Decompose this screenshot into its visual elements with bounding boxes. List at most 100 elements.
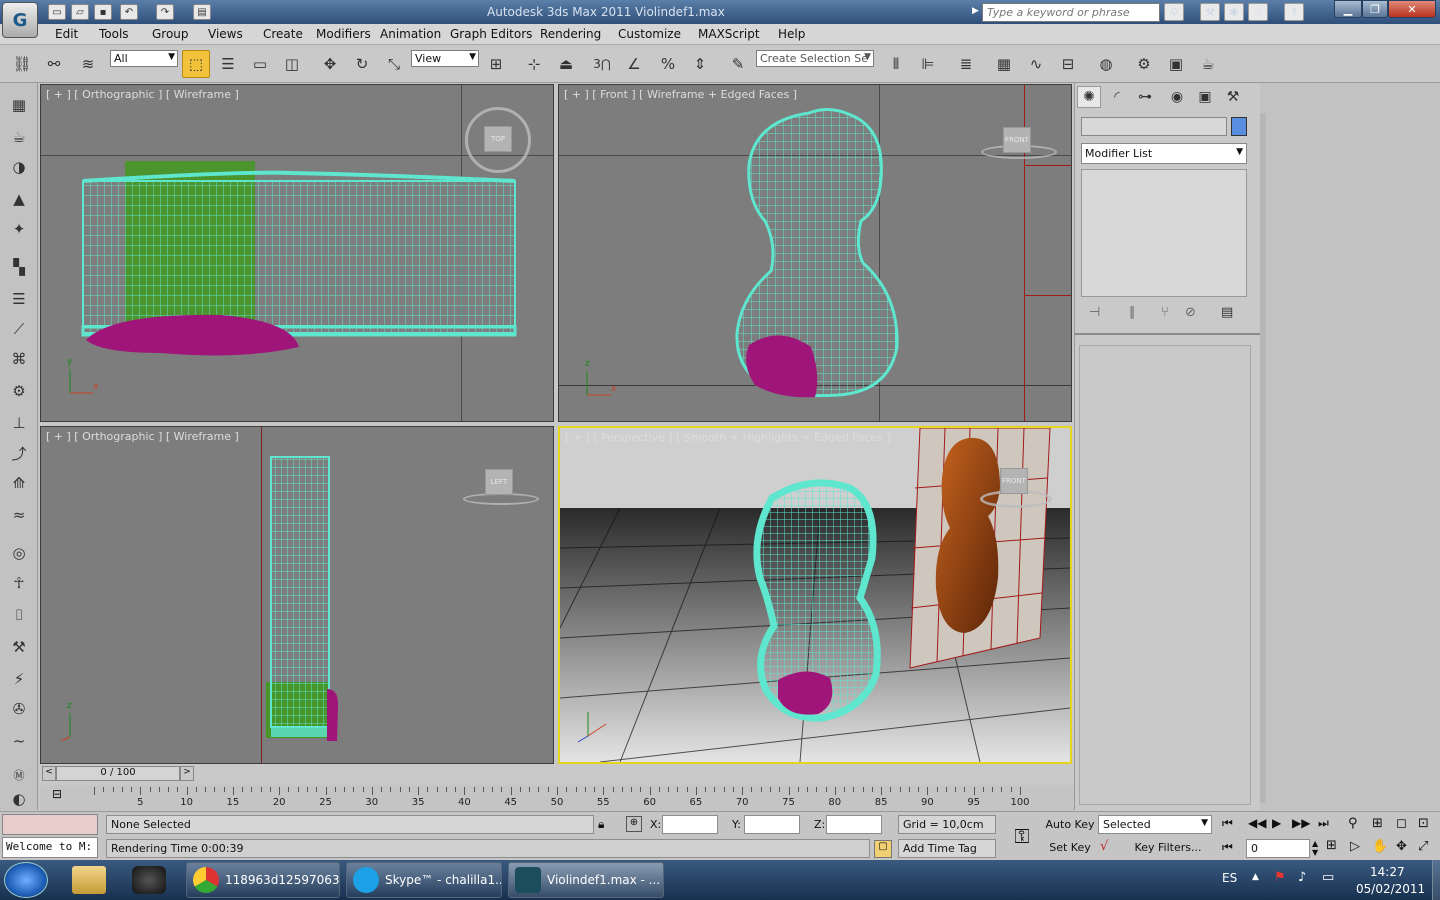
render-setup-icon[interactable]: ⚙ [1130, 50, 1158, 78]
window-crossing-icon[interactable]: ◫ [278, 50, 306, 78]
graphite-bone-icon[interactable]: ⟋ [6, 317, 32, 341]
rectangular-selection-icon[interactable]: ▭ [246, 50, 274, 78]
subscription-icon[interactable]: ⚒ [1200, 3, 1220, 21]
start-button[interactable] [4, 862, 48, 898]
taskbar-item-skype[interactable]: Skype™ - chalilla1... [346, 862, 502, 898]
graphite-ribbon-icon[interactable]: ∼ [6, 729, 32, 753]
clock-time[interactable]: 14:27 [1370, 865, 1405, 879]
project-folder-icon[interactable]: ▤ [193, 4, 211, 20]
favorites-star-icon[interactable]: ☆ [1248, 3, 1268, 21]
help-icon[interactable]: ? [1284, 3, 1304, 21]
curve-editor-icon[interactable]: ∿ [1022, 50, 1050, 78]
schematic-view-icon[interactable]: ⊟ [1054, 50, 1082, 78]
graphite-hammer-icon[interactable]: ⚒ [6, 635, 32, 659]
layer-manager-icon[interactable]: ≣ [952, 50, 980, 78]
binoculars-icon[interactable]: ⚲ [1164, 3, 1184, 21]
time-configuration-icon[interactable]: ⊞ [1326, 838, 1337, 853]
zoom-extents-icon[interactable]: ◻ [1396, 816, 1407, 831]
field-of-view-icon[interactable]: ▷ [1350, 839, 1360, 854]
communication-center-icon[interactable]: ✱ [1224, 3, 1244, 21]
graphite-wave-icon[interactable]: ≈ [6, 503, 32, 527]
align-icon[interactable]: ⊫ [914, 50, 942, 78]
render-production-icon[interactable]: ☕ [1194, 50, 1222, 78]
maxscript-mini-listener-top[interactable] [2, 814, 98, 835]
key-filters-button[interactable]: Key Filters... [1124, 837, 1212, 858]
keyboard-shortcut-override-icon[interactable]: ⏏ [552, 50, 580, 78]
reference-coordinate-dropdown[interactable]: View ▼ [411, 50, 479, 67]
clock-date[interactable]: 05/02/2011 [1356, 882, 1425, 896]
spinner-snap-icon[interactable]: ⇕ [686, 50, 714, 78]
menu-rendering[interactable]: Rendering [540, 27, 601, 41]
taskbar-item-chrome[interactable]: 118963d12597063... [186, 862, 340, 898]
maxscript-listener-output[interactable]: Welcome to M: [2, 837, 98, 858]
close-button[interactable]: ✕ [1388, 0, 1436, 18]
bind-spacewarp-icon[interactable]: ≋ [74, 50, 102, 78]
named-selection-set-dropdown[interactable]: Create Selection Se ▼ [756, 50, 874, 67]
show-end-result-icon[interactable]: ∥ [1129, 305, 1136, 320]
set-key-button[interactable]: Set Key [1046, 837, 1094, 858]
next-frame-arrow[interactable]: > [180, 766, 194, 781]
modifier-stack-list[interactable] [1081, 169, 1247, 297]
previous-frame-icon[interactable]: ◀◀ [1248, 816, 1266, 830]
absolute-mode-icon[interactable]: ⊕ [626, 816, 642, 832]
show-hidden-icons-icon[interactable]: ▲ [1252, 872, 1259, 882]
prev-frame-arrow[interactable]: < [42, 766, 56, 781]
menu-edit[interactable]: Edit [55, 27, 78, 41]
modifier-list-dropdown[interactable]: Modifier List ▼ [1081, 143, 1247, 164]
pivot-center-icon[interactable]: ⊞ [482, 50, 510, 78]
graphite-ball-icon[interactable]: ◐ [6, 787, 32, 811]
percent-snap-icon[interactable]: % [654, 50, 682, 78]
graphite-figure-icon[interactable]: ☥ [6, 571, 32, 595]
go-to-end-icon[interactable]: ⏭ [1318, 816, 1329, 831]
graphite-walk-icon[interactable]: ⚡ [6, 667, 32, 691]
save-icon[interactable]: ▪ [94, 4, 112, 20]
viewport-perspective[interactable]: [ + ] [ Perspective ] [ Smooth + Highlig… [558, 426, 1072, 764]
open-file-icon[interactable]: ▱ [71, 4, 89, 20]
graphite-cone-icon[interactable]: ▲ [6, 187, 32, 211]
menu-help[interactable]: Help [778, 27, 805, 41]
graphite-taper-icon[interactable]: ⟰ [6, 471, 32, 495]
pan-view-icon[interactable]: ✋ [1372, 839, 1388, 854]
key-selection-dropdown[interactable]: Selected ▼ [1098, 815, 1212, 834]
utilities-tab-icon[interactable]: ⚒ [1221, 86, 1245, 108]
show-desktop-button[interactable] [1432, 860, 1440, 900]
minimize-button[interactable]: ▁ [1334, 0, 1362, 18]
menu-group[interactable]: Group [152, 27, 189, 41]
create-tab-icon[interactable]: ✺ [1077, 86, 1101, 108]
default-in-out-tangent-icon[interactable]: √ [1100, 839, 1108, 854]
select-by-name-icon[interactable]: ☰ [214, 50, 242, 78]
unlink-icon[interactable]: ⚯ [40, 50, 68, 78]
select-object-icon[interactable]: ⬚ [182, 50, 210, 78]
mirror-icon[interactable]: ⫴ [882, 50, 910, 78]
volume-icon[interactable]: ♪ [1298, 870, 1306, 885]
graphite-torus-icon[interactable]: ◎ [6, 541, 32, 565]
selection-filter-dropdown[interactable]: All ▼ [110, 50, 178, 67]
language-indicator[interactable]: ES [1222, 871, 1237, 885]
modify-tab-icon[interactable]: ◜ [1105, 86, 1129, 108]
graphite-gear-icon[interactable]: ⚙ [6, 379, 32, 403]
zoom-all-icon[interactable]: ⊞ [1372, 816, 1383, 831]
graphite-teapot-icon[interactable]: ☕ [6, 125, 32, 149]
viewport-front[interactable]: [ + ] [ Front ] [ Wireframe + Edged Face… [558, 84, 1072, 422]
menu-animation[interactable]: Animation [380, 27, 441, 41]
viewport-top[interactable]: [ + ] [ Orthographic ] [ Wireframe ] TOP… [40, 84, 554, 422]
angle-snap-icon[interactable]: ∠ [620, 50, 648, 78]
undo-icon[interactable]: ↶ [120, 4, 138, 20]
lock-selection-icon[interactable]: 🔒︎ [598, 817, 604, 832]
menu-views[interactable]: Views [208, 27, 243, 41]
graphite-box-icon[interactable]: ▦ [6, 93, 32, 117]
x-coordinate-field[interactable] [662, 815, 718, 834]
graphite-cylinder-icon[interactable]: ⌷ [6, 603, 32, 627]
pin-stack-icon[interactable]: ⊣ [1089, 305, 1100, 320]
curve-editor-mini-icon[interactable]: ⊟ [52, 787, 70, 805]
remove-modifier-icon[interactable]: ⊘ [1185, 305, 1196, 320]
redo-icon[interactable]: ↷ [156, 4, 174, 20]
auto-key-button[interactable]: Auto Key [1046, 814, 1095, 835]
viewport-label[interactable]: [ + ] [ Perspective ] [ Smooth + Highlig… [565, 431, 891, 444]
hierarchy-tab-icon[interactable]: ⊶ [1133, 86, 1157, 108]
taskbar-item-3dsmax[interactable]: Violindef1.max - ... [508, 862, 664, 898]
search-input[interactable]: Type a keyword or phrase [982, 3, 1160, 22]
add-time-tag-button[interactable]: Add Time Tag [898, 839, 996, 858]
graphite-paint-icon[interactable]: ⌘ [6, 347, 32, 371]
panel-scroll-edge[interactable] [1260, 113, 1266, 803]
